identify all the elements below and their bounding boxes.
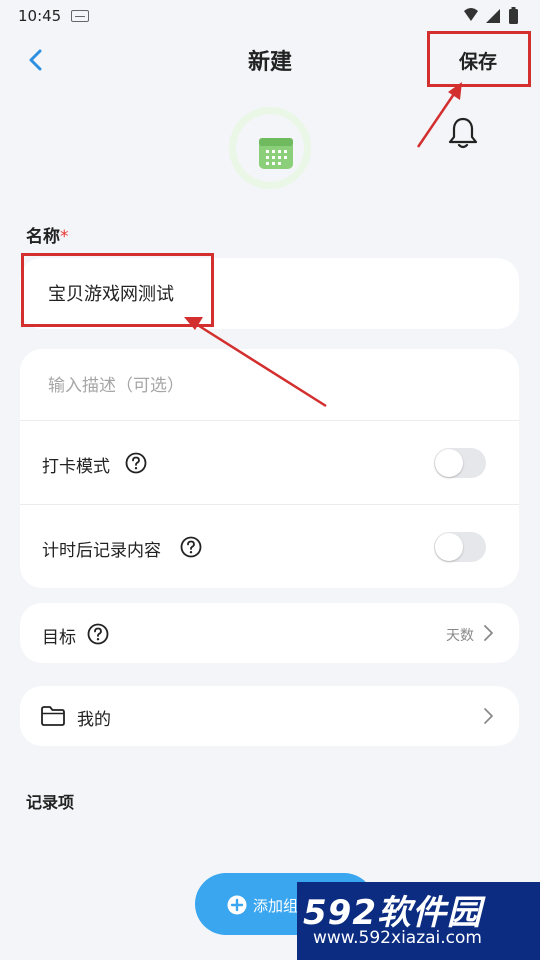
watermark-brand: 592软件园 bbox=[303, 893, 482, 933]
watermark: 592软件园 www.592xiazai.com bbox=[297, 882, 540, 960]
toggle-knob bbox=[435, 533, 463, 561]
folder-icon bbox=[41, 706, 65, 726]
chevron-right-icon bbox=[484, 625, 493, 641]
record-after-timing-toggle[interactable] bbox=[434, 532, 486, 562]
help-icon[interactable] bbox=[87, 623, 109, 645]
highlight-box-name bbox=[21, 253, 214, 327]
watermark-url: www.592xiazai.com bbox=[313, 928, 482, 948]
chevron-right-icon bbox=[484, 708, 493, 724]
icon-picker-inner bbox=[236, 114, 304, 182]
calendar-icon bbox=[259, 138, 293, 169]
system-status-icons bbox=[464, 7, 518, 24]
add-group-label: 添加组 bbox=[253, 897, 299, 915]
divider bbox=[20, 504, 519, 505]
folder-row[interactable]: 我的 bbox=[20, 686, 519, 746]
highlight-box-save bbox=[427, 31, 531, 87]
description-input[interactable]: 输入描述（可选） bbox=[48, 371, 184, 396]
checkin-mode-toggle[interactable] bbox=[434, 448, 486, 478]
divider bbox=[20, 420, 519, 421]
keyboard-icon bbox=[71, 10, 89, 22]
goal-row[interactable]: 目标 天数 bbox=[20, 603, 519, 663]
record-after-timing-label: 计时后记录内容 bbox=[42, 541, 161, 561]
icon-picker[interactable] bbox=[229, 107, 311, 189]
records-section-title: 记录项 bbox=[26, 793, 75, 812]
folder-label: 我的 bbox=[77, 710, 111, 730]
required-mark: * bbox=[60, 227, 69, 247]
status-time: 10:45 bbox=[18, 7, 62, 25]
goal-label: 目标 bbox=[42, 628, 76, 648]
toggle-knob bbox=[435, 449, 463, 477]
checkin-mode-label: 打卡模式 bbox=[42, 457, 110, 477]
help-icon[interactable] bbox=[125, 452, 147, 474]
goal-value: 天数 bbox=[446, 628, 474, 644]
name-label: 名称* bbox=[26, 222, 69, 247]
bell-icon[interactable] bbox=[447, 116, 479, 150]
name-label-text: 名称 bbox=[26, 227, 60, 247]
options-card: 输入描述（可选） 打卡模式 计时后记录内容 bbox=[20, 349, 519, 588]
status-bar: 10:45 bbox=[0, 0, 540, 32]
plus-circle-icon bbox=[227, 895, 247, 915]
help-icon[interactable] bbox=[180, 536, 202, 558]
